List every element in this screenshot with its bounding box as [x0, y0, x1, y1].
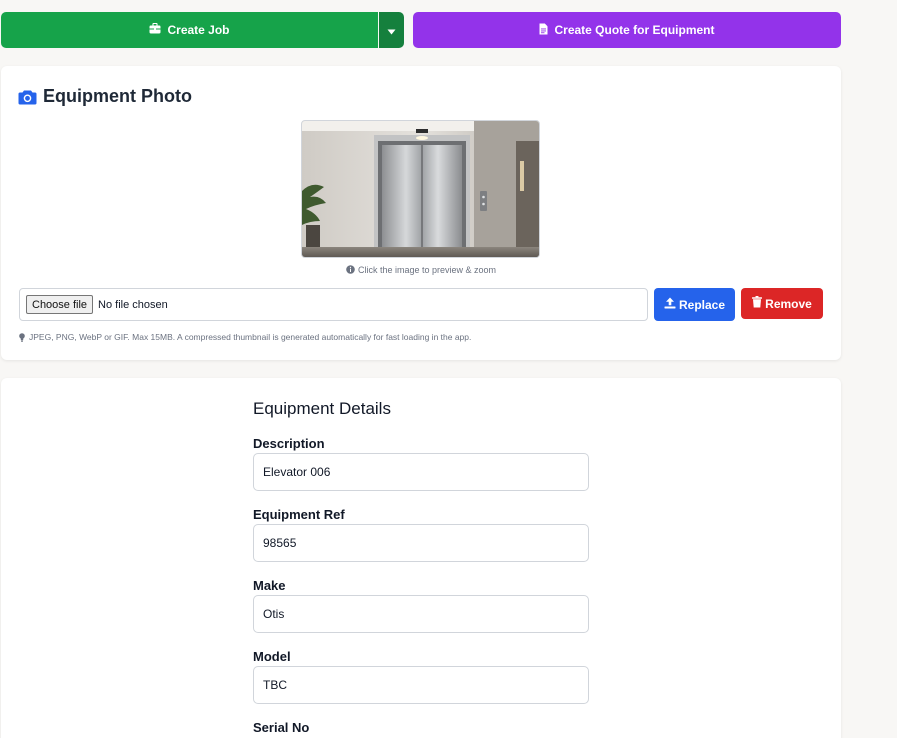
photo-hint-text: Click the image to preview & zoom	[357, 265, 497, 275]
replace-label: Replace	[678, 297, 726, 312]
upload-icon	[664, 297, 676, 312]
equipment-photo-card: Equipment Photo Click the image to previ…	[1, 66, 841, 360]
create-quote-button[interactable]: Create Quote for Equipment	[413, 12, 841, 48]
description-label: Description	[253, 436, 325, 451]
remove-photo-button[interactable]: Remove	[741, 288, 823, 319]
top-actions: Create Job Create Quote for Equipment	[1, 12, 841, 48]
document-icon	[539, 23, 548, 38]
equipment-ref-label: Equipment Ref	[253, 507, 345, 522]
model-input[interactable]	[253, 666, 589, 704]
file-status-text: No file chosen	[98, 298, 168, 311]
photo-title-text: Equipment Photo	[43, 86, 192, 106]
lightbulb-icon	[19, 332, 25, 342]
trash-icon	[752, 296, 763, 311]
make-label: Make	[253, 578, 286, 593]
description-input[interactable]	[253, 453, 589, 491]
remove-label: Remove	[765, 296, 812, 311]
caret-down-icon	[387, 23, 396, 38]
file-format-note: JPEG, PNG, WebP or GIF. Max 15MB. A comp…	[19, 332, 471, 342]
equipment-details-card: Equipment Details Description Equipment …	[1, 378, 841, 738]
replace-photo-button[interactable]: Replace	[654, 288, 735, 321]
page: Create Job Create Quote for Equipment Eq…	[0, 0, 897, 738]
serial-no-label: Serial No	[253, 720, 310, 735]
file-note-text: JPEG, PNG, WebP or GIF. Max 15MB. A comp…	[29, 332, 472, 342]
photo-file-input[interactable]: Choose file No file chosen	[19, 288, 648, 321]
equipment-details-title: Equipment Details	[253, 399, 391, 418]
create-job-dropdown-toggle[interactable]	[379, 12, 404, 48]
create-job-label: Create Job	[167, 23, 230, 37]
model-label: Model	[253, 649, 291, 664]
choose-file-button[interactable]: Choose file	[26, 295, 94, 314]
make-input[interactable]	[253, 595, 589, 633]
equipment-ref-input[interactable]	[253, 524, 589, 562]
create-quote-label: Create Quote for Equipment	[554, 23, 715, 37]
briefcase-icon	[149, 22, 161, 37]
camera-icon	[18, 89, 37, 105]
info-icon	[346, 265, 355, 276]
elevator-photo-image	[302, 121, 539, 257]
photo-hint: Click the image to preview & zoom	[1, 265, 841, 276]
create-job-button[interactable]: Create Job	[1, 12, 378, 48]
equipment-photo-thumbnail[interactable]	[301, 120, 540, 258]
equipment-photo-title: Equipment Photo	[18, 86, 192, 107]
